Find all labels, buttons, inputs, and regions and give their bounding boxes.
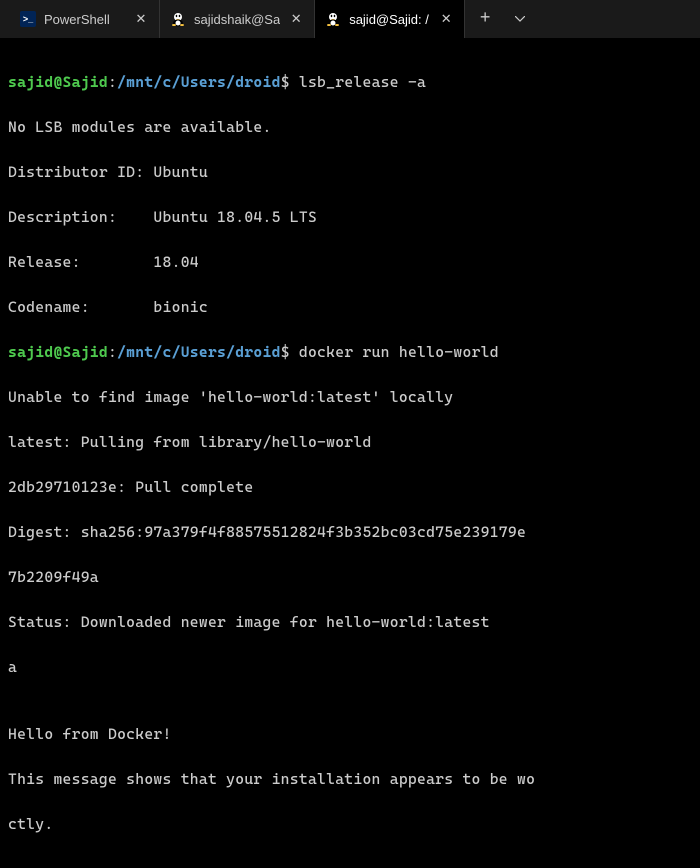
output-line: Description: Ubuntu 18.04.5 LTS <box>8 206 692 229</box>
tux-icon <box>170 11 186 27</box>
output-line: Status: Downloaded newer image for hello… <box>8 611 692 634</box>
prompt-path: /mnt/c/Users/droid <box>117 343 281 361</box>
prompt-dollar: $ <box>281 343 290 361</box>
close-icon[interactable]: ✕ <box>133 11 149 27</box>
output-line: ctly. <box>8 813 692 836</box>
tab-wsl-1[interactable]: sajidshaik@Sa ✕ <box>160 0 315 38</box>
command-text: docker run hello-world <box>299 343 499 361</box>
tab-powershell[interactable]: >_ PowerShell ✕ <box>10 0 160 38</box>
output-line: latest: Pulling from library/hello-world <box>8 431 692 454</box>
tab-label: PowerShell <box>44 12 125 27</box>
output-line: 2db29710123e: Pull complete <box>8 476 692 499</box>
output-line: a <box>8 656 692 679</box>
tab-dropdown-button[interactable] <box>505 0 535 38</box>
prompt-path: /mnt/c/Users/droid <box>117 73 281 91</box>
powershell-icon: >_ <box>20 11 36 27</box>
new-tab-button[interactable]: + <box>465 0 505 38</box>
command-text: lsb_release -a <box>299 73 426 91</box>
tab-wsl-2[interactable]: sajid@Sajid: / ✕ <box>315 0 465 38</box>
close-icon[interactable]: ✕ <box>288 11 304 27</box>
output-line: Digest: sha256:97a379f4f88575512824f3b35… <box>8 521 692 544</box>
prompt-colon: : <box>108 73 117 91</box>
tab-label: sajidshaik@Sa <box>194 12 280 27</box>
output-line: Codename: bionic <box>8 296 692 319</box>
output-line: No LSB modules are available. <box>8 116 692 139</box>
tab-label: sajid@Sajid: / <box>349 12 430 27</box>
prompt-dollar: $ <box>281 73 290 91</box>
titlebar: >_ PowerShell ✕ sajidshaik@Sa ✕ sajid@Sa… <box>0 0 700 38</box>
terminal-content[interactable]: sajid@Sajid:/mnt/c/Users/droid$ lsb_rele… <box>0 38 700 868</box>
output-line: Unable to find image 'hello-world:latest… <box>8 386 692 409</box>
prompt-userhost: sajid@Sajid <box>8 343 108 361</box>
output-line: Release: 18.04 <box>8 251 692 274</box>
output-line: Distributor ID: Ubuntu <box>8 161 692 184</box>
tux-icon <box>325 11 341 27</box>
output-line: 7b2209f49a <box>8 566 692 589</box>
output-line: Hello from Docker! <box>8 723 692 746</box>
prompt-colon: : <box>108 343 117 361</box>
output-line: This message shows that your installatio… <box>8 768 692 791</box>
close-icon[interactable]: ✕ <box>438 11 454 27</box>
prompt-userhost: sajid@Sajid <box>8 73 108 91</box>
